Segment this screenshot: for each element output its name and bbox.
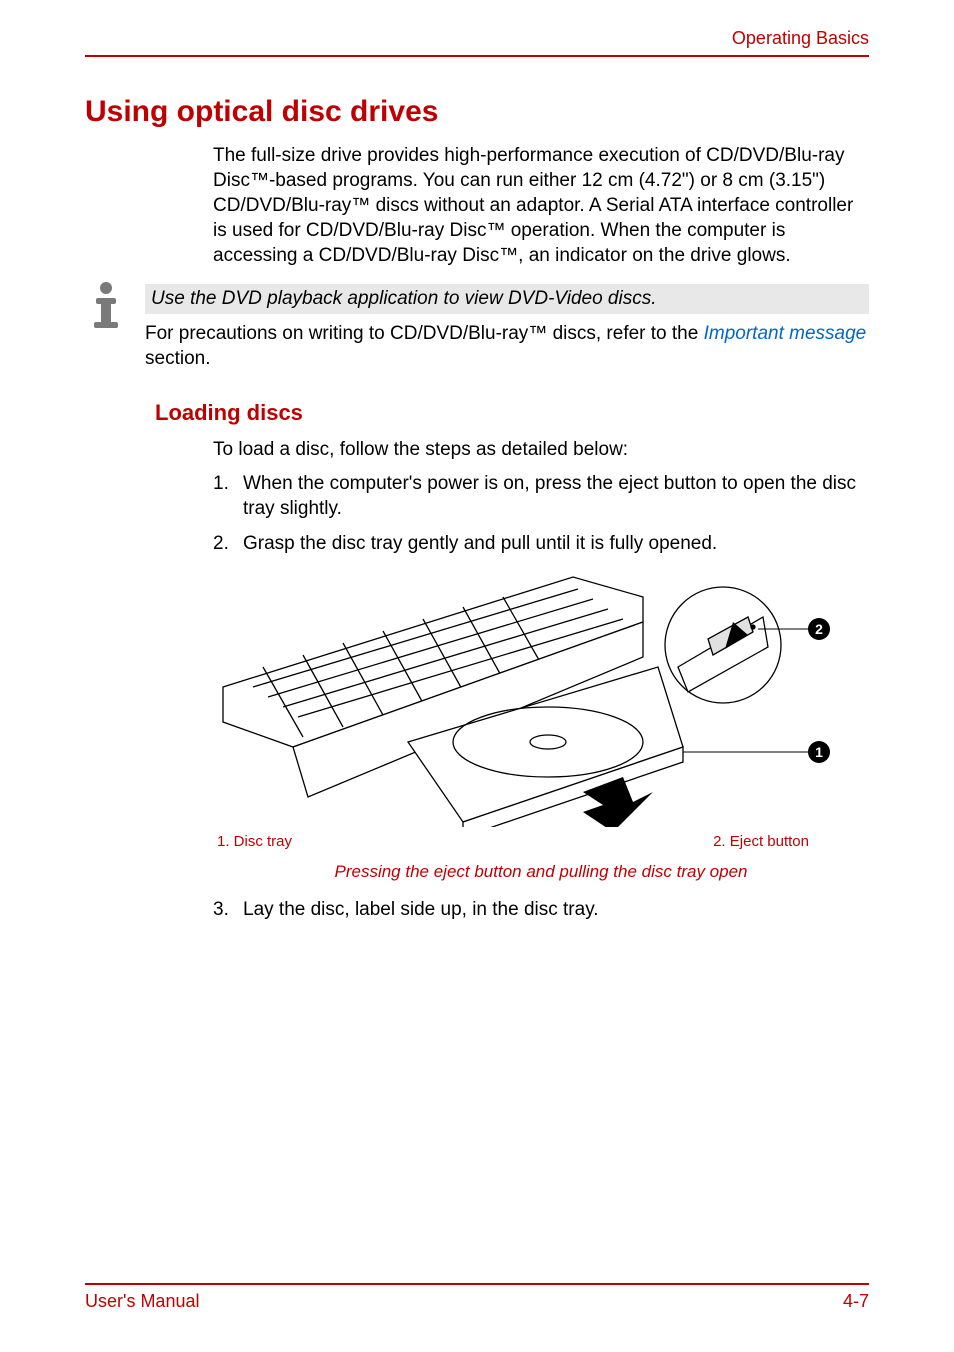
subsection-intro: To load a disc, follow the steps as deta… [213, 438, 869, 463]
list-item: 3. Lay the disc, label side up, in the d… [213, 898, 869, 923]
note-highlight-text: Use the DVD playback application to view… [145, 284, 869, 314]
step-list: 1. When the computer's power is on, pres… [213, 472, 869, 556]
step-list-continued: 3. Lay the disc, label side up, in the d… [213, 898, 869, 923]
callout-label-2: 2. Eject button [713, 833, 809, 850]
note-followup-text: For precautions on writing to CD/DVD/Blu… [145, 322, 869, 371]
page-footer: User's Manual 4-7 [85, 1283, 869, 1312]
footer-doc-title: User's Manual [85, 1291, 199, 1312]
step-text: Grasp the disc tray gently and pull unti… [243, 532, 869, 557]
callout-badge-2: 2 [815, 621, 823, 637]
step-number: 2. [213, 532, 243, 557]
callout-badge-1: 1 [815, 744, 823, 760]
step-number: 3. [213, 898, 243, 923]
note-followup-pre: For precautions on writing to CD/DVD/Blu… [145, 323, 704, 344]
section-intro-paragraph: The full-size drive provides high-perfor… [213, 143, 869, 268]
figure-callout-legend: 1. Disc tray 2. Eject button [213, 833, 869, 850]
step-number: 1. [213, 472, 243, 521]
footer-rule [85, 1283, 869, 1285]
figure-container: 1 2 1. Disc tray 2. Eject button Pressin… [213, 567, 869, 882]
disc-tray-illustration: 1 2 [213, 567, 833, 827]
footer-page-number: 4-7 [843, 1291, 869, 1312]
list-item: 2. Grasp the disc tray gently and pull u… [213, 532, 869, 557]
figure-caption: Pressing the eject button and pulling th… [213, 862, 869, 882]
info-icon [85, 280, 145, 337]
callout-label-1: 1. Disc tray [217, 833, 292, 850]
header-chapter-title: Operating Basics [85, 28, 869, 55]
subsection-title: Loading discs [155, 400, 869, 426]
note-followup-post: section. [145, 348, 210, 369]
note-block: Use the DVD playback application to view… [85, 284, 869, 371]
section-title: Using optical disc drives [85, 95, 869, 129]
important-message-link[interactable]: Important message [704, 323, 867, 344]
header-rule [85, 55, 869, 57]
step-text: Lay the disc, label side up, in the disc… [243, 898, 869, 923]
list-item: 1. When the computer's power is on, pres… [213, 472, 869, 521]
step-text: When the computer's power is on, press t… [243, 472, 869, 521]
